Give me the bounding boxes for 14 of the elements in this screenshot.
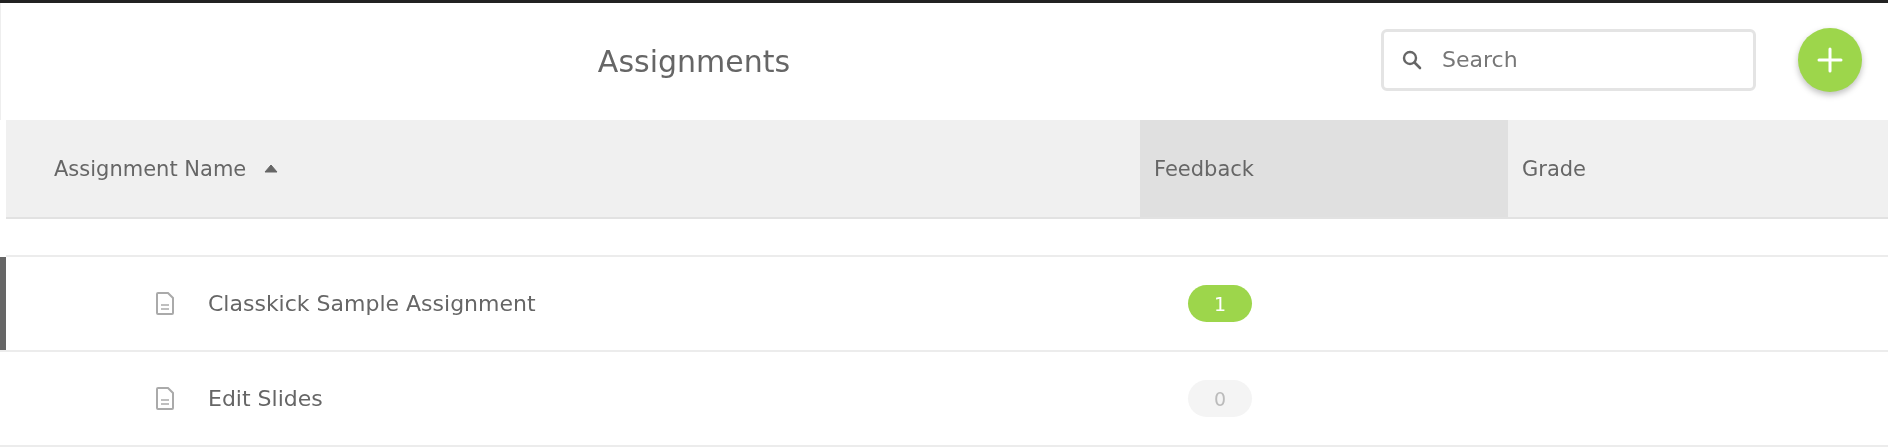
feedback-count: 1: [1188, 285, 1252, 322]
assignment-name[interactable]: Edit Slides: [208, 386, 323, 411]
document-icon: [156, 387, 174, 410]
add-button[interactable]: [1798, 27, 1862, 92]
plus-icon: [1817, 46, 1843, 73]
column-header[interactable]: Assignment Name: [6, 120, 1140, 217]
document-icon: [156, 292, 174, 315]
page-title: Assignments: [596, 44, 792, 79]
feedback-count: 0: [1188, 380, 1252, 417]
assignment-name[interactable]: Classkick Sample Assignment: [208, 291, 536, 316]
column-header[interactable]: Feedback: [1140, 120, 1508, 217]
column-header[interactable]: Grade: [1508, 120, 1888, 217]
search-icon: [1402, 49, 1422, 70]
search-field[interactable]: Search: [1381, 28, 1756, 91]
